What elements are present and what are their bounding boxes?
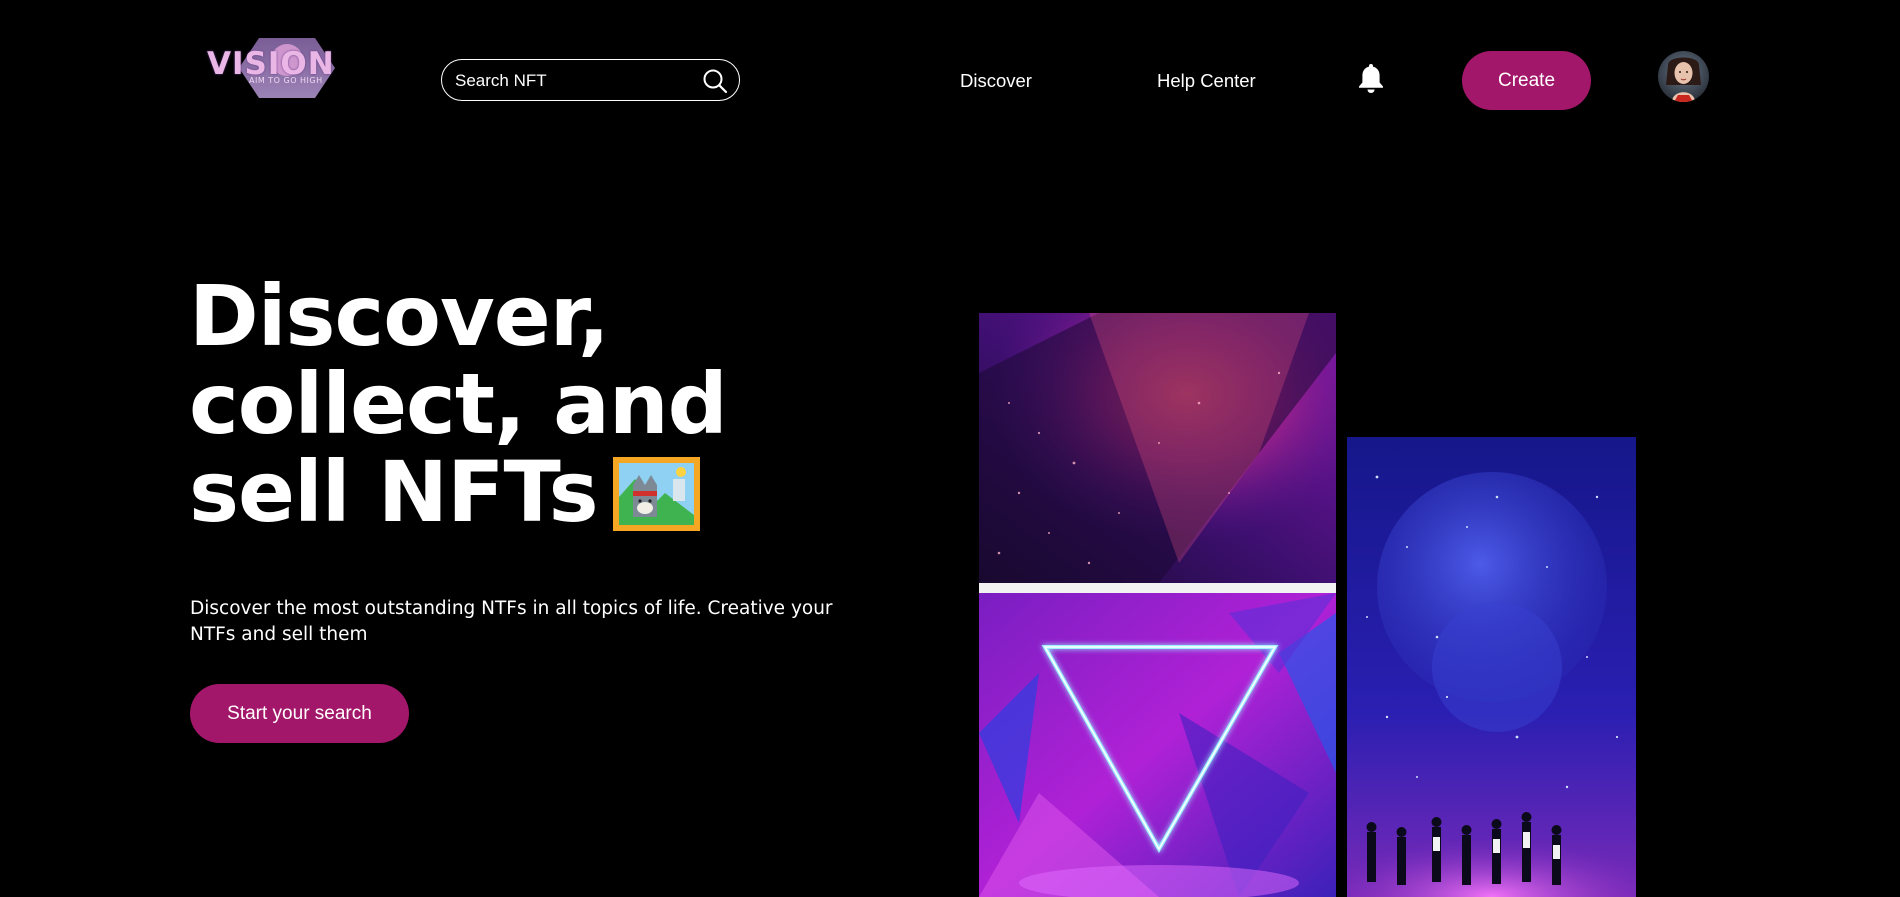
gallery-divider [979,583,1336,593]
avatar-image [1658,51,1709,102]
avatar[interactable] [1658,51,1709,102]
nav-help-center-link[interactable]: Help Center [1157,70,1256,92]
galaxy-crowd-image [1347,437,1636,897]
brand-logo[interactable]: VISION AIM TO GO HIGH [205,36,370,100]
search-input[interactable] [453,68,697,94]
hero-description: Discover the most outstanding NTFs in al… [190,598,833,645]
bell-icon[interactable] [1357,62,1385,94]
start-search-button[interactable]: Start your search [190,684,409,743]
search-bar [441,59,740,101]
logo-tagline: AIM TO GO HIGH [249,76,323,85]
framed-picture-icon [613,457,700,531]
nav-discover-link[interactable]: Discover [960,70,1032,92]
landing-page: VISION AIM TO GO HIGH Discover Help Cent… [0,0,1900,897]
nft-art-nebula[interactable] [979,313,1336,583]
nft-art-galaxy-crowd[interactable] [1347,437,1636,897]
create-button[interactable]: Create [1462,51,1591,110]
search-icon[interactable] [702,68,728,94]
neon-triangle-image [979,593,1336,897]
hero-title-line-2: collect, and [189,355,728,453]
hero-title-line-1: Discover, [189,267,610,365]
nebula-image [979,313,1336,583]
nft-art-neon-triangle[interactable] [979,593,1336,897]
